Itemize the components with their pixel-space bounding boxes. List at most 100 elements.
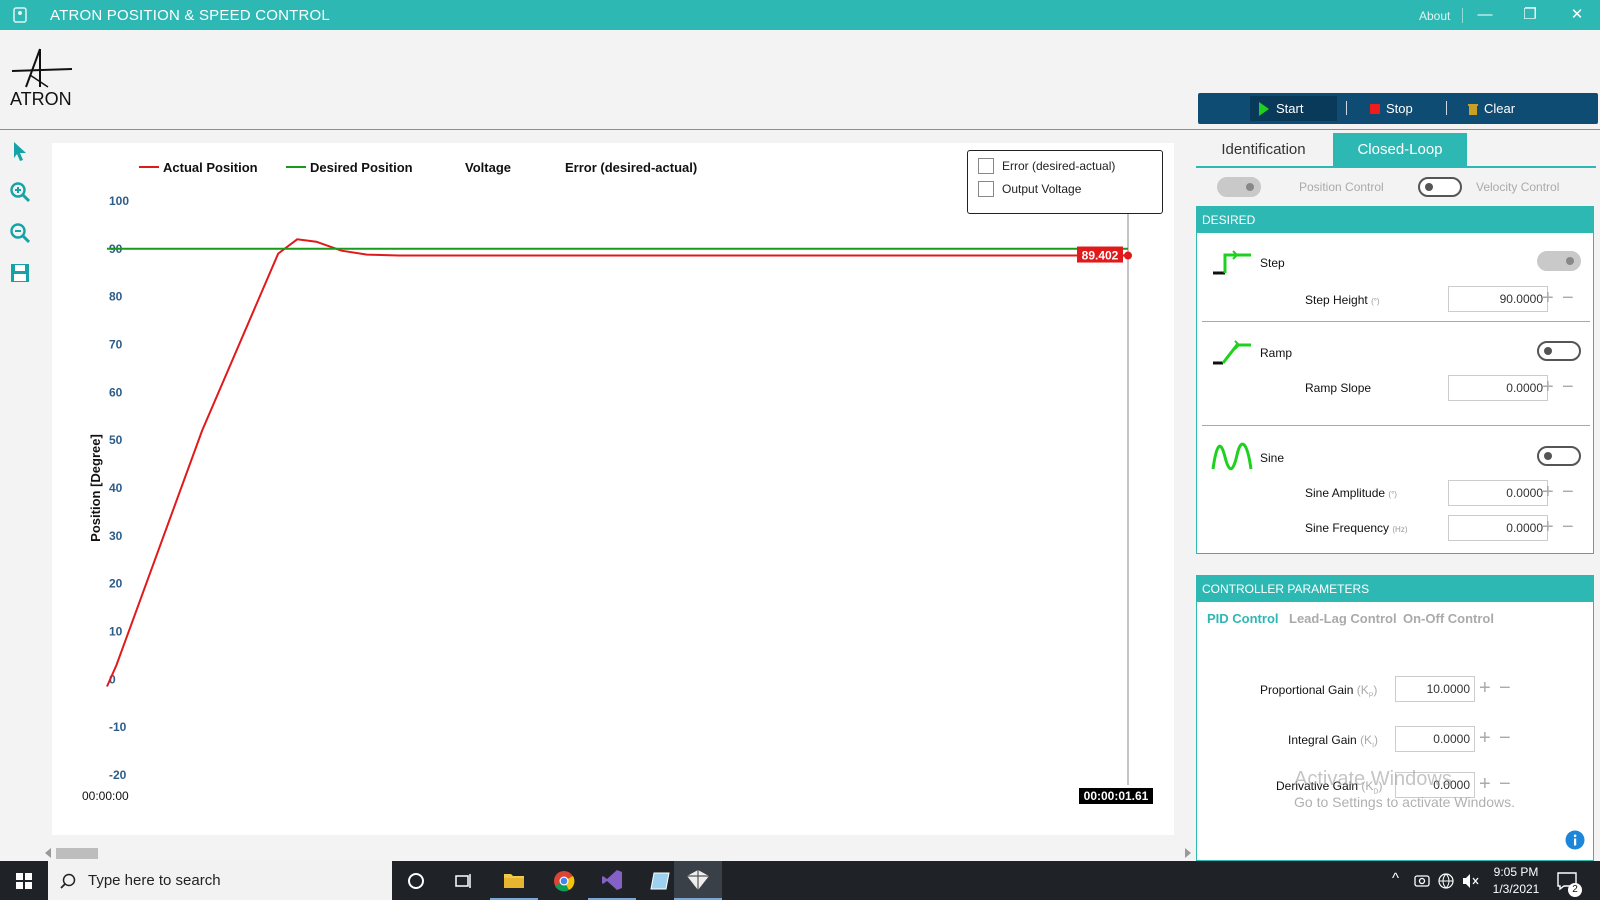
- ramp-slope-input[interactable]: 0.0000: [1448, 375, 1548, 401]
- clock-time[interactable]: 9:05 PM: [1488, 865, 1544, 879]
- ki-input[interactable]: 0.0000: [1395, 726, 1475, 752]
- taskbar-search[interactable]: Type here to search: [48, 861, 392, 900]
- tab-underline: [1196, 166, 1596, 168]
- play-icon: [1259, 101, 1269, 116]
- file-explorer-icon[interactable]: [490, 861, 538, 900]
- chrome-icon[interactable]: [540, 861, 588, 900]
- control-bar: Start Stop Clear: [1198, 93, 1598, 124]
- control-separator: [1446, 101, 1447, 115]
- sine-amplitude-label: Sine Amplitude (°): [1305, 486, 1397, 500]
- visual-studio-icon[interactable]: [588, 861, 636, 900]
- sine-icon: [1211, 442, 1253, 471]
- tab-identification[interactable]: Identification: [1196, 133, 1331, 166]
- error-option[interactable]: Error (desired-actual): [978, 158, 1115, 174]
- y-tick-label: 30: [109, 529, 123, 543]
- clock-date[interactable]: 1/3/2021: [1488, 882, 1544, 896]
- maximize-button[interactable]: ❐: [1510, 4, 1550, 26]
- atron-app-icon[interactable]: [674, 861, 722, 900]
- sine-label: Sine: [1260, 451, 1285, 465]
- voltage-option[interactable]: Output Voltage: [978, 181, 1081, 197]
- task-view-icon[interactable]: [440, 861, 488, 900]
- freq-minus-icon[interactable]: −: [1562, 517, 1574, 537]
- activate-windows-subtitle: Go to Settings to activate Windows.: [1294, 794, 1515, 810]
- tab-lead-lag[interactable]: Lead-Lag Control: [1289, 611, 1397, 626]
- ramp-plus-icon[interactable]: +: [1542, 377, 1554, 397]
- tab-on-off[interactable]: On-Off Control: [1403, 611, 1494, 626]
- scroll-thumb[interactable]: [56, 848, 98, 859]
- divider: [1202, 321, 1590, 322]
- scroll-right-icon[interactable]: [1184, 848, 1192, 858]
- kd-plus-icon[interactable]: +: [1479, 774, 1491, 794]
- error-option-label: Error (desired-actual): [1002, 159, 1116, 173]
- chart-options-box: Error (desired-actual) Output Voltage: [967, 150, 1163, 214]
- velocity-control-toggle[interactable]: [1418, 177, 1462, 197]
- ramp-icon: [1213, 340, 1251, 365]
- step-icon: [1213, 250, 1251, 275]
- step-toggle[interactable]: [1537, 251, 1581, 271]
- sine-toggle[interactable]: [1537, 446, 1581, 466]
- kp-label: Proportional Gain (KP): [1260, 683, 1378, 700]
- y-tick-label: -20: [109, 768, 127, 782]
- legend-item: Actual Position: [163, 160, 258, 175]
- stop-icon: [1370, 103, 1380, 114]
- kp-plus-icon[interactable]: +: [1479, 678, 1491, 698]
- voltage-checkbox[interactable]: [978, 181, 994, 197]
- step-height-input[interactable]: 90.0000: [1448, 286, 1548, 312]
- control-separator: [1346, 101, 1347, 115]
- sine-amplitude-input[interactable]: 0.0000: [1448, 480, 1548, 506]
- ramp-toggle[interactable]: [1537, 341, 1581, 361]
- network-icon[interactable]: [1438, 873, 1454, 889]
- y-tick-label: 10: [109, 625, 123, 639]
- y-axis-label: Position [Degree]: [88, 434, 103, 542]
- ki-minus-icon[interactable]: −: [1499, 728, 1511, 748]
- ramp-minus-icon[interactable]: −: [1562, 377, 1574, 397]
- amp-plus-icon[interactable]: +: [1542, 482, 1554, 502]
- ramp-slope-label: Ramp Slope: [1305, 381, 1372, 395]
- ki-plus-icon[interactable]: +: [1479, 728, 1491, 748]
- step-plus-icon[interactable]: +: [1542, 288, 1554, 308]
- zoom-in-icon[interactable]: [9, 181, 31, 203]
- freq-plus-icon[interactable]: +: [1542, 517, 1554, 537]
- info-icon[interactable]: [1565, 830, 1585, 850]
- volume-muted-icon[interactable]: [1462, 873, 1480, 889]
- kp-input[interactable]: 10.0000: [1395, 676, 1475, 702]
- minimize-button[interactable]: —: [1465, 4, 1505, 26]
- search-icon: [60, 873, 76, 889]
- y-tick-label: 50: [109, 433, 123, 447]
- scroll-left-icon[interactable]: [44, 848, 52, 858]
- error-checkbox[interactable]: [978, 158, 994, 174]
- activate-windows-title: Activate Windows: [1294, 768, 1452, 790]
- y-tick-label: 20: [109, 577, 123, 591]
- clear-button[interactable]: Clear: [1460, 96, 1523, 121]
- save-icon[interactable]: [10, 263, 30, 283]
- sine-frequency-input[interactable]: 0.0000: [1448, 515, 1548, 541]
- y-tick-label: 100: [109, 194, 129, 208]
- clear-label: Clear: [1484, 101, 1516, 116]
- series-line-actual: [106, 238, 1128, 687]
- amp-minus-icon[interactable]: −: [1562, 482, 1574, 502]
- close-button[interactable]: ✕: [1557, 4, 1597, 26]
- start-button[interactable]: Start: [1250, 96, 1337, 121]
- chart-scrollbar[interactable]: [44, 845, 1194, 861]
- position-control-toggle[interactable]: [1217, 177, 1261, 197]
- step-minus-icon[interactable]: −: [1562, 288, 1574, 308]
- tab-pid[interactable]: PID Control: [1207, 611, 1279, 626]
- stop-button[interactable]: Stop: [1362, 96, 1421, 121]
- windows-start-button[interactable]: [0, 861, 48, 900]
- cortana-icon[interactable]: [392, 861, 440, 900]
- tab-closed-loop[interactable]: Closed-Loop: [1333, 133, 1467, 166]
- position-control-label: Position Control: [1299, 180, 1384, 194]
- chart-panel[interactable]: Actual Position Desired Position Voltage Er…: [52, 143, 1174, 835]
- kd-minus-icon[interactable]: −: [1499, 774, 1511, 794]
- zoom-out-icon[interactable]: [9, 222, 31, 244]
- tray-chevron-icon[interactable]: ^: [1392, 870, 1399, 887]
- settings-panel: Identification Closed-Loop Position Cont…: [1196, 133, 1596, 861]
- position-chart[interactable]: Actual Position Desired Position Voltage Er…: [52, 143, 1174, 835]
- pointer-icon[interactable]: [11, 141, 29, 163]
- divider: [1202, 425, 1590, 426]
- kp-minus-icon[interactable]: −: [1499, 678, 1511, 698]
- camera-tray-icon[interactable]: [1414, 873, 1430, 889]
- windows-icon: [16, 872, 32, 889]
- y-tick-label: -10: [109, 720, 127, 734]
- about-link[interactable]: About: [1419, 9, 1450, 23]
